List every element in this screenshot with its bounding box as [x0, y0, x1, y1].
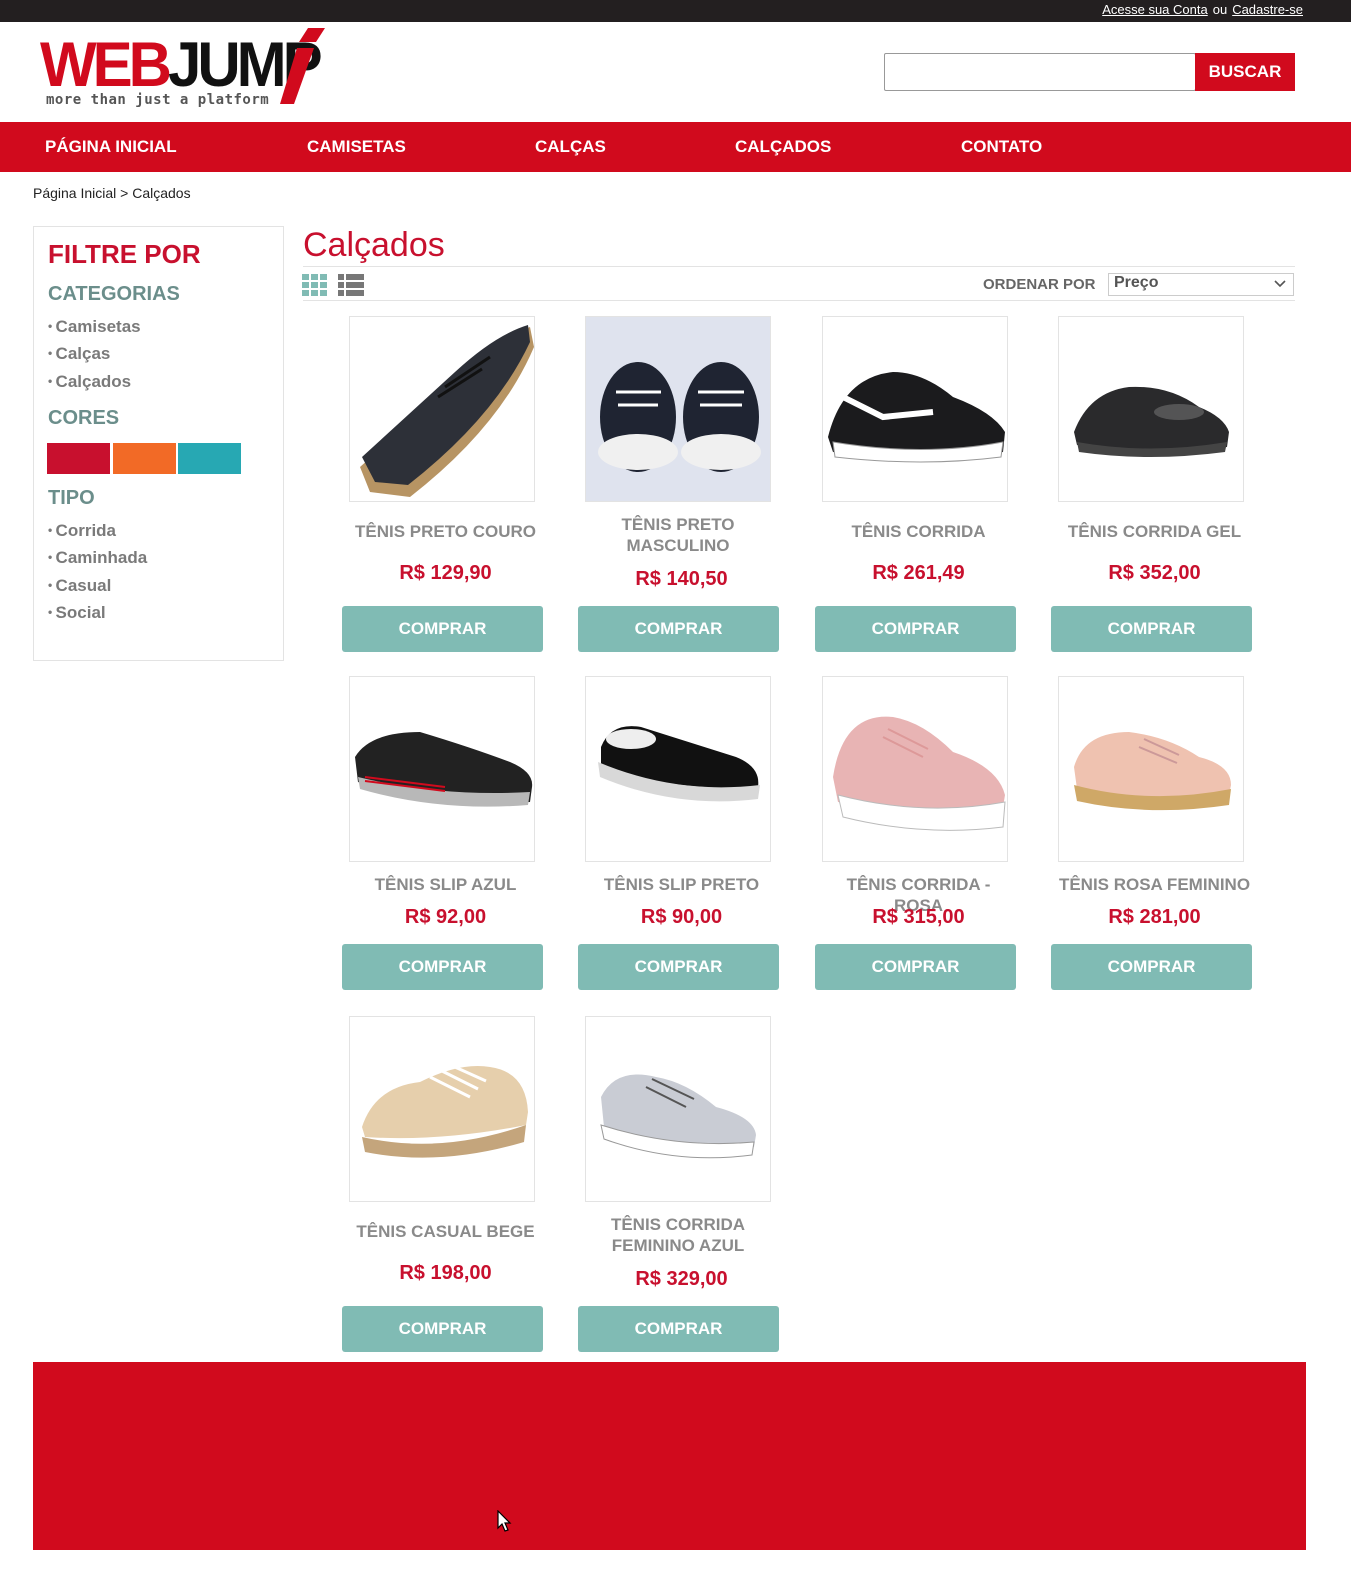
product-price: R$ 329,00 [635, 1268, 728, 1290]
product-price: R$ 315,00 [872, 906, 965, 928]
buy-button[interactable]: COMPRAR [578, 606, 779, 652]
product-card: TÊNIS CORRIDA GEL R$ 352,00 COMPRAR [1015, 316, 1252, 656]
product-name[interactable]: TÊNIS SLIP PRETO [542, 874, 778, 895]
product-card: TÊNIS CORRIDA R$ 261,49 COMPRAR [779, 316, 1016, 656]
product-card: TÊNIS CASUAL BEGE R$ 198,00 COMPRAR [306, 1016, 543, 1356]
product-card: TÊNIS PRETO MASCULINO R$ 140,50 COMPRAR [542, 316, 779, 656]
type-item-social[interactable]: Social [48, 603, 147, 630]
product-image[interactable] [822, 316, 1008, 502]
colors-heading: CORES [48, 407, 120, 429]
color-swatch-red[interactable] [47, 443, 110, 474]
buy-button[interactable]: COMPRAR [1051, 944, 1252, 990]
buy-button[interactable]: COMPRAR [578, 944, 779, 990]
nav-item-calcados[interactable]: CALÇADOS [735, 137, 831, 157]
logo-slash-icon [280, 28, 325, 104]
buy-button[interactable]: COMPRAR [578, 1306, 779, 1352]
product-price: R$ 352,00 [1108, 562, 1201, 584]
nav-item-camisetas[interactable]: CAMISETAS [307, 137, 406, 157]
grid-view-icon[interactable] [302, 273, 328, 297]
product-image[interactable] [349, 316, 535, 502]
or-separator: ou [1212, 2, 1228, 17]
type-item-caminhada[interactable]: Caminhada [48, 548, 148, 575]
category-item-calcas[interactable]: Calças [48, 344, 141, 371]
product-name[interactable]: TÊNIS CORRIDA GEL [1015, 521, 1251, 542]
product-card: TÊNIS CORRIDA - ROSA R$ 315,00 COMPRAR [779, 676, 1016, 1016]
page-title: Calçados [303, 226, 445, 264]
product-name[interactable]: TÊNIS ROSA FEMININO [1015, 874, 1251, 895]
search-button[interactable]: BUSCAR [1195, 53, 1295, 91]
product-name[interactable]: TÊNIS PRETO COURO [306, 521, 542, 542]
product-name[interactable]: TÊNIS CORRIDA [779, 521, 1015, 542]
buy-button[interactable]: COMPRAR [342, 944, 543, 990]
product-price: R$ 198,00 [399, 1262, 492, 1284]
buy-button[interactable]: COMPRAR [342, 606, 543, 652]
product-name[interactable]: TÊNIS CORRIDA FEMININO AZUL [542, 1214, 778, 1256]
product-image[interactable] [1058, 676, 1244, 862]
product-image[interactable] [822, 676, 1008, 862]
color-swatch-teal[interactable] [178, 443, 241, 474]
title-divider [303, 266, 1295, 267]
product-image[interactable] [585, 316, 771, 502]
main-nav: PÁGINA INICIAL CAMISETAS CALÇAS CALÇADOS… [0, 122, 1351, 172]
product-card: TÊNIS SLIP PRETO R$ 90,00 COMPRAR [542, 676, 779, 1016]
buy-button[interactable]: COMPRAR [815, 944, 1016, 990]
product-price: R$ 90,00 [640, 906, 723, 928]
top-bar: Acesse sua Conta ou Cadastre-se [0, 0, 1351, 22]
filter-title: FILTRE POR [48, 239, 201, 269]
product-price: R$ 129,90 [399, 562, 492, 584]
login-link[interactable]: Acesse sua Conta [1102, 2, 1208, 17]
nav-item-contato[interactable]: CONTATO [961, 137, 1042, 157]
account-links: Acesse sua Conta ou Cadastre-se [1102, 2, 1303, 17]
logo-tagline: more than just a platform [46, 92, 270, 108]
buy-button[interactable]: COMPRAR [342, 1306, 543, 1352]
logo-wordmark: WEBJUMP [40, 29, 323, 100]
site-logo[interactable]: WEBJUMP more than just a platform [40, 28, 340, 112]
product-card: TÊNIS CORRIDA FEMININO AZUL R$ 329,00 COMP… [542, 1016, 779, 1356]
product-name[interactable]: TÊNIS PRETO MASCULINO [542, 514, 778, 556]
product-card: TÊNIS PRETO COURO R$ 129,90 COMPRAR [306, 316, 543, 656]
buy-button[interactable]: COMPRAR [1051, 606, 1252, 652]
chevron-down-icon [1274, 280, 1286, 288]
product-name[interactable]: TÊNIS SLIP AZUL [306, 874, 542, 895]
sort-selected-value: Preço [1114, 274, 1159, 291]
category-item-calcados[interactable]: Calçados [48, 372, 141, 399]
buy-button[interactable]: COMPRAR [815, 606, 1016, 652]
product-price: R$ 261,49 [872, 562, 965, 584]
search-input[interactable] [884, 53, 1196, 91]
sort-select[interactable]: Preço [1108, 273, 1294, 296]
product-price: R$ 281,00 [1108, 906, 1201, 928]
type-heading: TIPO [48, 487, 95, 509]
category-item-camisetas[interactable]: Camisetas [48, 317, 141, 344]
product-image[interactable] [1058, 316, 1244, 502]
product-image[interactable] [349, 1016, 535, 1202]
nav-item-calcas[interactable]: CALÇAS [535, 137, 606, 157]
product-price: R$ 140,50 [635, 568, 728, 590]
categories-heading: CATEGORIAS [48, 283, 180, 305]
nav-item-home[interactable]: PÁGINA INICIAL [45, 137, 177, 157]
toolbar-divider [303, 300, 1295, 301]
product-card: TÊNIS ROSA FEMININO R$ 281,00 COMPRAR [1015, 676, 1252, 1016]
product-image[interactable] [585, 1016, 771, 1202]
filter-sidebar: FILTRE POR CATEGORIAS Camisetas Calças C… [33, 226, 284, 661]
signup-link[interactable]: Cadastre-se [1232, 2, 1303, 17]
product-image[interactable] [349, 676, 535, 862]
category-list: Camisetas Calças Calçados [48, 317, 141, 399]
product-name[interactable]: TÊNIS CASUAL BEGE [306, 1221, 542, 1242]
product-image[interactable] [585, 676, 771, 862]
product-price: R$ 92,00 [404, 906, 487, 928]
product-card: TÊNIS SLIP AZUL R$ 92,00 COMPRAR [306, 676, 543, 1016]
color-swatch-orange[interactable] [113, 443, 176, 474]
sort-label: ORDENAR POR [983, 276, 1096, 293]
list-view-icon[interactable] [338, 273, 364, 297]
mouse-cursor-icon [497, 1510, 512, 1532]
breadcrumb: Página Inicial > Calçados [33, 185, 191, 201]
site-footer [33, 1362, 1306, 1550]
type-list: Corrida Caminhada Casual Social [48, 521, 148, 630]
type-item-casual[interactable]: Casual [48, 576, 147, 603]
type-item-corrida[interactable]: Corrida [48, 521, 147, 548]
